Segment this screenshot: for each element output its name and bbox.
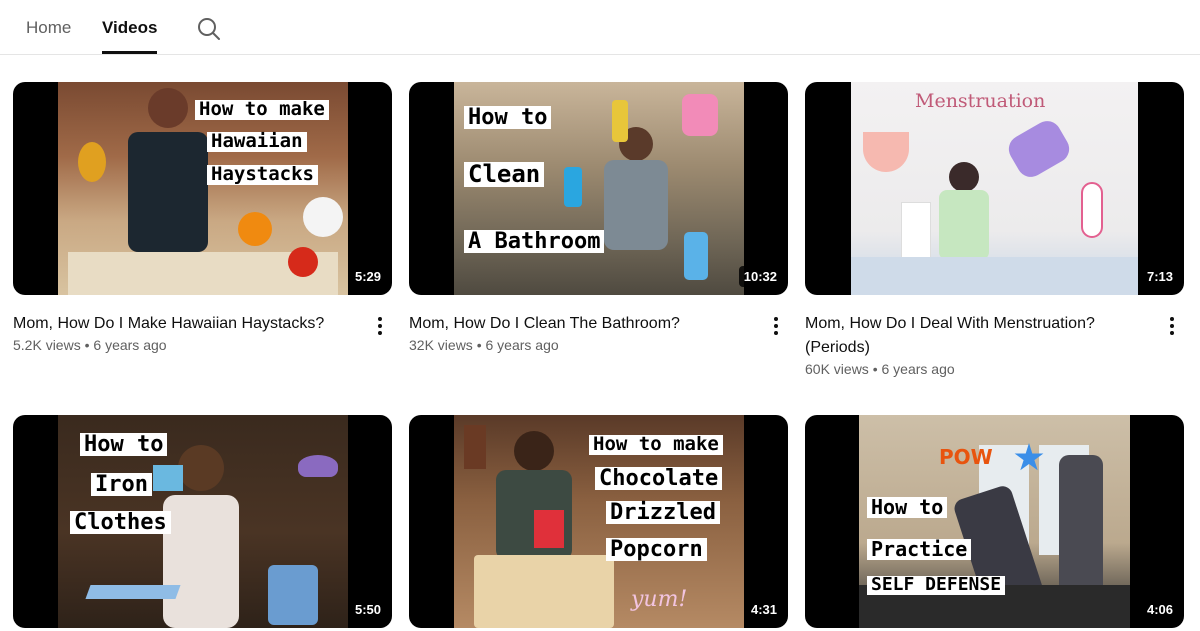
- video-title[interactable]: Mom, How Do I Deal With Menstruation? (P…: [805, 312, 1150, 360]
- video-title[interactable]: Mom, How Do I Clean The Bathroom?: [409, 312, 754, 336]
- video-thumbnail[interactable]: How to make Hawaiian Haystacks 5:29: [13, 82, 392, 295]
- thumbnail-caption: yum!: [631, 587, 688, 612]
- thumbnail-caption: Chocolate: [595, 467, 723, 490]
- search-icon: [198, 18, 220, 40]
- tab-videos[interactable]: Videos: [102, 18, 157, 38]
- video-title[interactable]: Mom, How Do I Make Hawaiian Haystacks?: [13, 312, 358, 336]
- video-duration-badge: 10:32: [738, 266, 782, 287]
- thumbnail-caption: How to: [80, 433, 168, 456]
- thumbnail-caption: Clothes: [70, 511, 171, 534]
- video-duration-badge: 5:50: [349, 599, 386, 620]
- video-card[interactable]: How to Clean A Bathroom 10:32 Mom, How D…: [409, 82, 788, 382]
- view-count: 32K views: [409, 337, 473, 353]
- search-button[interactable]: [196, 16, 222, 42]
- video-card[interactable]: How to make Hawaiian Haystacks 5:29 Mom,…: [13, 82, 392, 382]
- upload-age: 6 years ago: [881, 361, 955, 377]
- video-thumbnail[interactable]: POW How to Practice SELF DEFENSE 4:06: [805, 415, 1184, 628]
- thumbnail-caption: Popcorn: [606, 538, 707, 561]
- video-metadata: 32K views • 6 years ago: [409, 335, 559, 355]
- video-thumbnail[interactable]: How to make Chocolate Drizzled Popcorn y…: [409, 415, 788, 628]
- meta-separator: •: [476, 337, 482, 353]
- view-count: 60K views: [805, 361, 869, 377]
- thumbnail-caption: How to: [464, 106, 552, 129]
- video-card[interactable]: How to make Chocolate Drizzled Popcorn y…: [409, 415, 788, 631]
- video-duration-badge: 4:31: [745, 599, 782, 620]
- thumbnail-image: [851, 82, 1138, 295]
- thumbnail-image: [859, 415, 1130, 628]
- thumbnail-caption: Practice: [867, 539, 972, 560]
- video-duration-badge: 5:29: [349, 266, 386, 287]
- thumbnail-caption: How to make: [589, 434, 723, 455]
- thumbnail-caption: Iron: [91, 473, 152, 496]
- video-thumbnail[interactable]: How to Iron Clothes 5:50: [13, 415, 392, 628]
- thumbnail-caption: Menstruation: [915, 90, 1046, 112]
- video-duration-badge: 7:13: [1141, 266, 1178, 287]
- video-metadata: 60K views • 6 years ago: [805, 359, 955, 379]
- upload-age: 6 years ago: [93, 337, 167, 353]
- thumbnail-caption: How to: [867, 497, 948, 518]
- more-actions-button[interactable]: [1160, 314, 1184, 338]
- video-card[interactable]: POW How to Practice SELF DEFENSE 4:06: [805, 415, 1184, 631]
- more-vert-icon: [774, 317, 778, 335]
- more-vert-icon: [378, 317, 382, 335]
- more-actions-button[interactable]: [368, 314, 392, 338]
- view-count: 5.2K views: [13, 337, 81, 353]
- thumbnail-caption: Haystacks: [207, 164, 318, 185]
- active-tab-indicator: [102, 51, 157, 54]
- thumbnail-caption: How to make: [195, 99, 329, 120]
- upload-age: 6 years ago: [485, 337, 559, 353]
- thumbnail-caption: POW: [939, 445, 993, 469]
- channel-tab-bar: Home Videos: [0, 0, 1200, 55]
- thumbnail-caption: SELF DEFENSE: [867, 575, 1006, 595]
- video-thumbnail[interactable]: Menstruation 7:13: [805, 82, 1184, 295]
- video-metadata: 5.2K views • 6 years ago: [13, 335, 167, 355]
- video-card[interactable]: Menstruation 7:13 Mom, How Do I Deal Wit…: [805, 82, 1184, 382]
- more-actions-button[interactable]: [764, 314, 788, 338]
- tab-home[interactable]: Home: [26, 18, 71, 38]
- video-card[interactable]: How to Iron Clothes 5:50: [13, 415, 392, 631]
- video-duration-badge: 4:06: [1141, 599, 1178, 620]
- thumbnail-caption: Hawaiian: [207, 131, 307, 152]
- more-vert-icon: [1170, 317, 1174, 335]
- meta-separator: •: [84, 337, 90, 353]
- thumbnail-caption: Clean: [464, 161, 545, 188]
- thumbnail-caption: A Bathroom: [464, 230, 605, 253]
- thumbnail-caption: Drizzled: [606, 501, 720, 524]
- meta-separator: •: [872, 361, 878, 377]
- video-thumbnail[interactable]: How to Clean A Bathroom 10:32: [409, 82, 788, 295]
